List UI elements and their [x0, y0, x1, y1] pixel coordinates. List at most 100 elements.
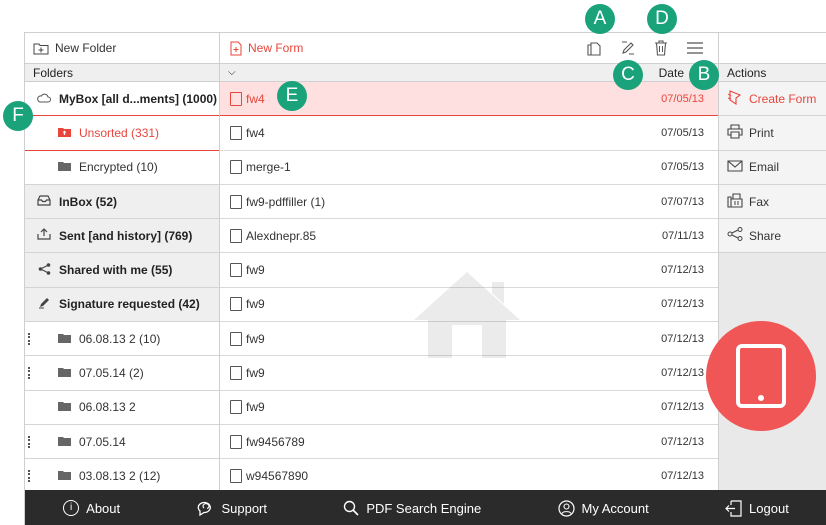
folder-icon: [57, 160, 71, 174]
pdf-search-button[interactable]: PDF Search Engine: [343, 500, 481, 516]
cloud-icon: [37, 92, 51, 106]
support-icon: [198, 501, 212, 516]
logout-label: Logout: [749, 500, 789, 516]
trash-icon[interactable]: [654, 40, 668, 56]
file-row[interactable]: merge-1 07/05/13: [220, 151, 718, 185]
folder-item[interactable]: 06.08.13 2: [25, 391, 219, 425]
drag-handle[interactable]: [28, 333, 30, 346]
file-date: 07/05/13: [661, 126, 704, 139]
email-action[interactable]: Email: [719, 150, 826, 185]
folder-icon: [57, 435, 71, 449]
new-folder-label: New Folder: [55, 41, 117, 55]
support-button[interactable]: Support: [196, 500, 267, 516]
create-form-action[interactable]: Create Form: [719, 82, 826, 117]
folder-icon: [57, 332, 71, 346]
file-row[interactable]: fw9 07/12/13: [220, 391, 718, 425]
file-name: fw9: [246, 366, 265, 381]
callout-marker-d: D: [647, 4, 677, 34]
files-header: ⌵ Date: [220, 64, 718, 82]
file-row[interactable]: fw9456789 07/12/13: [220, 425, 718, 460]
pdf-file-icon: [230, 194, 242, 209]
account-icon: [557, 499, 575, 517]
print-action[interactable]: Print: [719, 116, 826, 151]
logout-button[interactable]: Logout: [725, 499, 789, 517]
actions-header: Actions: [719, 64, 826, 82]
file-row[interactable]: w94567890 07/12/13: [220, 459, 718, 493]
file-name: fw9-pdffiller (1): [246, 194, 326, 209]
about-button[interactable]: i About: [63, 500, 120, 516]
pdf-file-icon: [230, 297, 242, 312]
edit-icon[interactable]: [620, 40, 636, 56]
folder-icon: [57, 126, 71, 140]
folder-label: MyBox [all d...ments] (1000): [59, 91, 218, 106]
pdf-file-icon: [230, 434, 242, 449]
file-name: merge-1: [246, 160, 291, 175]
callout-marker-e: E: [277, 81, 307, 111]
file-name: fw4: [246, 125, 265, 140]
fax-action[interactable]: Fax: [719, 184, 826, 220]
pdf-file-icon: [230, 366, 242, 381]
file-date: 07/12/13: [661, 332, 704, 345]
folder-sent[interactable]: Sent [and history] (769): [25, 219, 219, 254]
left-toolbar: New Folder: [25, 33, 219, 64]
folder-label: Unsorted (331): [79, 125, 160, 140]
file-date: 07/05/13: [661, 92, 704, 105]
folder-mybox[interactable]: MyBox [all d...ments] (1000): [25, 82, 219, 117]
folder-label: Shared with me (55): [59, 263, 173, 278]
callout-marker-c: C: [613, 60, 643, 90]
file-date: 07/12/13: [661, 298, 704, 311]
folder-icon: [57, 400, 71, 414]
folder-label: 06.08.13 2: [79, 400, 136, 415]
folder-inbox[interactable]: InBox (52): [25, 184, 219, 220]
file-date: 07/12/13: [661, 401, 704, 414]
folder-unsorted[interactable]: Unsorted (331): [25, 116, 219, 151]
folder-item[interactable]: 07.05.14: [25, 425, 219, 460]
folder-signature-requested[interactable]: Signature requested (42): [25, 287, 219, 323]
folder-label: 03.08.13 2 (12): [79, 469, 161, 484]
folder-item[interactable]: 07.05.14 (2): [25, 356, 219, 391]
file-row[interactable]: fw9 07/12/13: [220, 356, 718, 391]
menu-icon[interactable]: [686, 42, 704, 54]
print-icon: [727, 124, 743, 142]
folders-panel: New Folder Folders MyBox [all d...ments]…: [25, 33, 220, 490]
file-row[interactable]: Alexdnepr.85 07/11/13: [220, 219, 718, 254]
share-icon: [727, 227, 743, 244]
folder-label: 07.05.14 (2): [79, 366, 144, 381]
copy-icon[interactable]: [586, 40, 602, 56]
new-form-button[interactable]: New Form: [220, 41, 303, 56]
new-folder-button[interactable]: New Folder: [25, 41, 116, 55]
file-name: fw9456789: [246, 434, 305, 449]
sort-chevron-icon[interactable]: ⌵: [228, 64, 236, 81]
folder-label: Signature requested (42): [59, 297, 200, 312]
footer-bar: i About Support PDF Search Engine My Acc…: [25, 490, 826, 525]
pdf-file-icon: [230, 469, 242, 484]
folder-label: InBox (52): [59, 194, 118, 209]
folder-item[interactable]: 06.08.13 2 (10): [25, 322, 219, 357]
date-column-header[interactable]: Date: [659, 64, 684, 81]
drag-handle[interactable]: [28, 367, 30, 380]
drag-handle[interactable]: [28, 435, 30, 448]
sent-icon: [37, 228, 51, 243]
folder-encrypted[interactable]: Encrypted (10): [25, 151, 219, 185]
file-date: 07/12/13: [661, 435, 704, 448]
callout-marker-f: F: [3, 101, 33, 131]
file-row[interactable]: fw4 07/05/13: [220, 116, 718, 151]
file-date: 07/07/13: [661, 195, 704, 208]
file-date: 07/12/13: [661, 470, 704, 483]
file-row[interactable]: fw9-pdffiller (1) 07/07/13: [220, 185, 718, 220]
callout-marker-a: A: [585, 4, 615, 34]
mid-toolbar: New Form: [220, 33, 718, 64]
right-toolbar: [719, 33, 826, 64]
folder-icon: [57, 469, 71, 483]
drag-handle[interactable]: [28, 470, 30, 483]
inbox-icon: [37, 194, 51, 209]
folder-shared[interactable]: Shared with me (55): [25, 253, 219, 288]
my-account-button[interactable]: My Account: [557, 499, 649, 517]
folder-item[interactable]: 03.08.13 2 (12): [25, 459, 219, 493]
pdf-file-icon: [230, 125, 242, 140]
pdf-file-icon: [230, 160, 242, 175]
share-action[interactable]: Share: [719, 219, 826, 254]
home-watermark-icon: [414, 272, 520, 358]
pdf-search-label: PDF Search Engine: [366, 500, 482, 516]
new-form-icon: [230, 41, 242, 55]
